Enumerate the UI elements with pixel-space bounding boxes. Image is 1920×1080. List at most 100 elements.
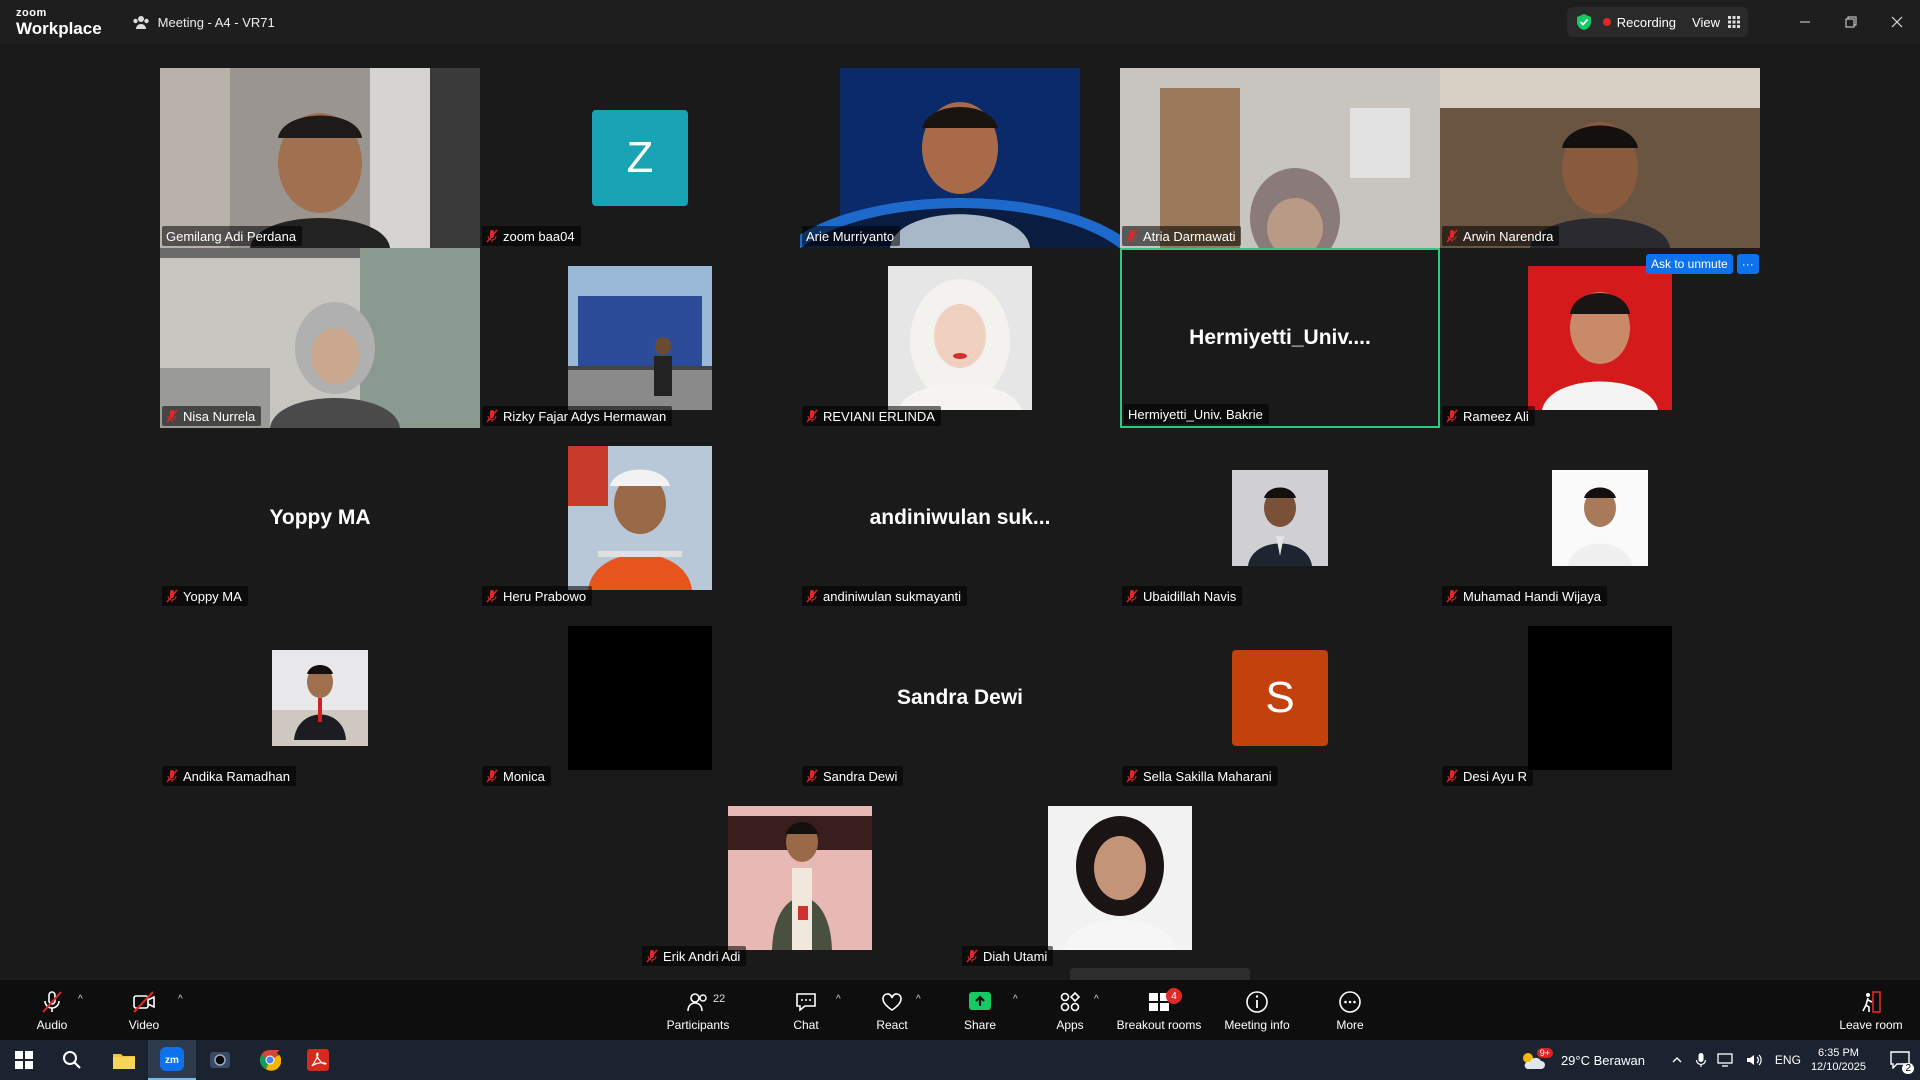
video-tile-active-speaker[interactable]: Hermiyetti_Univ.... Hermiyetti_Univ. Bak…: [1120, 248, 1440, 428]
close-button[interactable]: [1874, 0, 1920, 44]
video-tile[interactable]: Yoppy MA Yoppy MA: [160, 428, 480, 608]
participant-nametag: Rizky Fajar Adys Hermawan: [482, 406, 673, 426]
audio-button[interactable]: Audio: [34, 980, 70, 1040]
language-indicator[interactable]: ENG: [1775, 1053, 1801, 1067]
video-options-caret[interactable]: ^: [178, 994, 183, 1005]
video-tile[interactable]: Heru Prabowo: [480, 428, 800, 608]
network-icon[interactable]: [1717, 1052, 1735, 1068]
meeting-title[interactable]: Meeting - A4 - VR71: [132, 14, 275, 30]
breakout-rooms-label: Breakout rooms: [1116, 1017, 1202, 1032]
video-tile[interactable]: Atria Darmawati: [1120, 68, 1440, 248]
video-button[interactable]: Video: [126, 980, 162, 1040]
view-label: View: [1692, 14, 1720, 30]
participant-nametag: Diah Utami: [962, 946, 1054, 966]
video-tile[interactable]: Sandra Dewi Sandra Dewi: [800, 608, 1120, 788]
profile-photo: [728, 806, 872, 950]
mic-muted-icon: [42, 990, 62, 1013]
recording-label: Recording: [1616, 14, 1677, 30]
video-tile[interactable]: Arwin Narendra: [1440, 68, 1760, 248]
participant-name: REVIANI ERLINDA: [823, 408, 935, 424]
chat-icon: [796, 992, 816, 1012]
video-tile[interactable]: Andika Ramadhan: [160, 608, 480, 788]
volume-icon[interactable]: [1745, 1052, 1763, 1068]
video-tile[interactable]: Desi Ayu R: [1440, 608, 1760, 788]
ask-to-unmute-button[interactable]: Ask to unmute: [1646, 254, 1733, 274]
muted-mic-icon: [1446, 589, 1458, 603]
profile-photo: [888, 266, 1032, 410]
tile-more-button[interactable]: ···: [1736, 254, 1759, 274]
video-tile[interactable]: Ubaidillah Navis: [1120, 428, 1440, 608]
title-bar: zoom Workplace Meeting - A4 - VR71 Recor…: [0, 0, 1920, 44]
video-tile[interactable]: Rameez Ali: [1440, 248, 1760, 428]
chevron-up-icon[interactable]: [1671, 1054, 1683, 1066]
video-tile[interactable]: Gemilang Adi Perdana: [160, 68, 480, 248]
weather-text[interactable]: 29°C Berawan: [1561, 1053, 1645, 1068]
apps-label: Apps: [1056, 1017, 1084, 1032]
taskbar-camera[interactable]: [196, 1040, 244, 1080]
video-tile[interactable]: Muhamad Handi Wijaya: [1440, 428, 1760, 608]
profile-photo: [272, 650, 368, 746]
microphone-icon[interactable]: [1695, 1052, 1707, 1068]
video-tile[interactable]: Z zoom baa04: [480, 68, 800, 248]
video-tile[interactable]: REVIANI ERLINDA: [800, 248, 1120, 428]
react-button[interactable]: React: [872, 980, 912, 1040]
participant-name: Hermiyetti_Univ. Bakrie: [1128, 406, 1263, 422]
heart-icon: [882, 992, 902, 1011]
taskbar-zoom[interactable]: zm: [148, 1040, 196, 1080]
video-tile[interactable]: Nisa Nurrela: [160, 248, 480, 428]
taskbar-file-explorer[interactable]: [100, 1040, 148, 1080]
video-off-icon: [133, 990, 155, 1013]
video-tile[interactable]: andiniwulan suk... andiniwulan sukmayant…: [800, 428, 1120, 608]
start-button[interactable]: [0, 1040, 48, 1080]
recording-indicator[interactable]: Recording: [1602, 14, 1677, 30]
clock-time: 6:35 PM: [1817, 1047, 1859, 1059]
muted-mic-icon: [806, 769, 818, 783]
participant-nametag: Arwin Narendra: [1442, 226, 1560, 246]
chat-button[interactable]: Chat: [788, 980, 824, 1040]
participant-nametag: Muhamad Handi Wijaya: [1442, 586, 1608, 606]
video-tile[interactable]: Rizky Fajar Adys Hermawan: [480, 248, 800, 428]
taskbar-chrome[interactable]: [246, 1040, 294, 1080]
search-button[interactable]: [48, 1040, 96, 1080]
participant-nametag: zoom baa04: [482, 226, 581, 246]
participant-nametag: Andika Ramadhan: [162, 766, 296, 786]
video-tile[interactable]: Diah Utami: [960, 788, 1280, 968]
muted-mic-icon: [1126, 229, 1138, 243]
breakout-rooms-button[interactable]: Breakout rooms: [1116, 980, 1202, 1040]
notifications-button[interactable]: 2: [1880, 1040, 1920, 1080]
status-group: Recording View: [1566, 7, 1748, 37]
audio-options-caret[interactable]: ^: [78, 994, 83, 1005]
muted-mic-icon: [166, 769, 178, 783]
share-options-caret[interactable]: ^: [1013, 994, 1018, 1005]
avatar: S: [1232, 650, 1328, 746]
search-icon: [63, 1051, 81, 1069]
clock[interactable]: 6:35 PM 12/10/2025: [1811, 1046, 1866, 1074]
meeting-info-button[interactable]: Meeting info: [1222, 980, 1292, 1040]
restore-button[interactable]: [1828, 0, 1874, 44]
participant-name: Heru Prabowo: [503, 588, 587, 604]
profile-photo: [1528, 266, 1672, 410]
audio-label: Audio: [36, 1017, 68, 1032]
apps-button[interactable]: Apps: [1052, 980, 1088, 1040]
participant-name: Muhamad Handi Wijaya: [1463, 588, 1602, 604]
chat-options-caret[interactable]: ^: [836, 994, 841, 1005]
video-tile[interactable]: Monica: [480, 608, 800, 788]
muted-mic-icon: [1446, 409, 1458, 423]
shield-icon[interactable]: [1575, 13, 1593, 31]
taskbar-acrobat[interactable]: [294, 1040, 342, 1080]
video-tile[interactable]: Erik Andri Adi: [640, 788, 960, 968]
video-tile[interactable]: S Sella Sakilla Maharani: [1120, 608, 1440, 788]
participant-nametag: Yoppy MA: [162, 586, 248, 606]
meeting-info-label: Meeting info: [1224, 1017, 1290, 1032]
apps-options-caret[interactable]: ^: [1094, 994, 1099, 1005]
participants-button[interactable]: Participants: [664, 980, 732, 1040]
weather-badge: 9+: [1536, 1048, 1553, 1058]
view-button[interactable]: View: [1686, 15, 1740, 30]
share-button[interactable]: Share: [962, 980, 998, 1040]
minimize-button[interactable]: [1782, 0, 1828, 44]
video-tile[interactable]: Arie Murriyanto: [800, 68, 1120, 248]
grid-icon: [1728, 16, 1740, 28]
more-button[interactable]: More: [1330, 980, 1370, 1040]
react-options-caret[interactable]: ^: [916, 994, 921, 1005]
leave-room-button[interactable]: Leave room: [1836, 980, 1906, 1040]
